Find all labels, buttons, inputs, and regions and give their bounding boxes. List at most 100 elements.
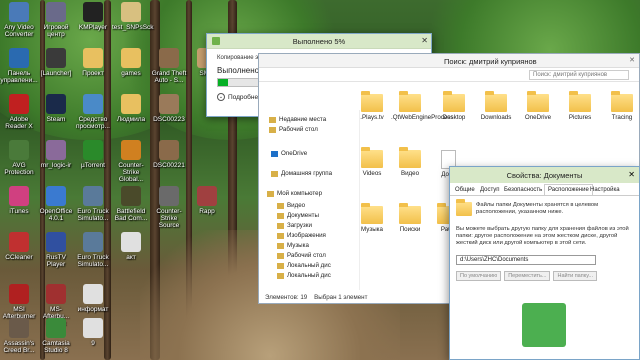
- desktop-icon[interactable]: DSC00223: [150, 94, 188, 123]
- desktop-icon[interactable]: информат: [74, 284, 112, 313]
- desktop-icon: [269, 126, 276, 133]
- nav-item-label: Рабочий стол: [279, 126, 318, 133]
- default-button[interactable]: По умолчанию: [456, 271, 502, 281]
- search-input[interactable]: Поиск: дмитрий куприянов: [529, 70, 629, 80]
- documents-icon: [277, 212, 284, 219]
- desktop-icon[interactable]: Battlefield Bad Com...: [112, 186, 150, 222]
- nav-item-label: Недавние места: [279, 116, 327, 123]
- desktop-icon[interactable]: KMPlayer: [74, 2, 112, 31]
- nav-item[interactable]: Локальный дис: [277, 272, 331, 279]
- nav-item[interactable]: Видео: [277, 202, 305, 209]
- desktop-icon[interactable]: Средство просмотр...: [74, 94, 112, 130]
- app-icon: [83, 284, 103, 304]
- nav-item[interactable]: Домашняя группа: [271, 170, 332, 177]
- file-label: Desktop: [442, 114, 466, 121]
- homegroup-icon: [271, 170, 278, 177]
- desktop-icon[interactable]: MSI Afterburner: [0, 284, 38, 320]
- tab-1[interactable]: Доступ: [478, 186, 502, 194]
- desktop-icon[interactable]: Людмила: [112, 94, 150, 123]
- downloads-icon: [277, 222, 284, 229]
- location-path-input[interactable]: d:\Users\ZHC\Documents: [456, 255, 596, 265]
- file-item[interactable]: Pictures: [561, 91, 599, 121]
- file-item[interactable]: OneDrive: [519, 91, 557, 121]
- move-button[interactable]: Переместить...: [504, 271, 551, 281]
- explorer-titlebar[interactable]: Поиск: дмитрий куприянов ✕: [259, 54, 639, 68]
- desktop-icon-label: [Launcher]: [40, 70, 72, 77]
- file-item[interactable]: Videos: [353, 147, 391, 177]
- desktop-icon[interactable]: Adobe Reader X: [0, 94, 38, 130]
- desktop-icon[interactable]: DSC00221: [150, 140, 188, 169]
- desktop-icon[interactable]: акт: [112, 232, 150, 261]
- desktop-icon[interactable]: Grand Theft Auto - S...: [150, 48, 188, 84]
- desktop-icon[interactable]: Camtasia Studio 8: [37, 318, 75, 354]
- tab-3[interactable]: Расположение: [544, 184, 593, 195]
- desktop-icon[interactable]: RusTV Player: [37, 232, 75, 268]
- file-item[interactable]: Видео: [391, 147, 429, 177]
- folder-icon: [485, 91, 507, 112]
- copy-dialog-titlebar[interactable]: Выполнено 5% ✕: [207, 34, 431, 49]
- desktop-icon[interactable]: Steam: [37, 94, 75, 123]
- desktop-icon[interactable]: Игровой центр: [37, 2, 75, 38]
- nav-item[interactable]: Рабочий стол: [277, 252, 326, 259]
- desktop-icon[interactable]: games: [112, 48, 150, 77]
- desktop-icon[interactable]: 9: [74, 318, 112, 347]
- folder-icon: [399, 203, 421, 224]
- desktop-icon[interactable]: Euro Truck Simulato...: [74, 232, 112, 268]
- desktop-icon[interactable]: OpenOffice 4.0.1: [37, 186, 75, 222]
- desktop-icon[interactable]: Counter-Strike Global...: [112, 140, 150, 183]
- desktop-icon[interactable]: Counter-Strike Source: [150, 186, 188, 229]
- desktop-icon[interactable]: AVG Protection: [0, 140, 38, 176]
- nav-item[interactable]: Загрузки: [277, 222, 312, 229]
- find-folder-button[interactable]: Найти папку...: [553, 271, 597, 281]
- desktop-icon[interactable]: [Launcher]: [37, 48, 75, 77]
- file-item[interactable]: .Plays.tv: [353, 91, 391, 121]
- desktop-icon[interactable]: Assassin's Creed Br...: [0, 318, 38, 354]
- close-icon[interactable]: ✕: [629, 56, 635, 64]
- file-item[interactable]: Tracing: [603, 91, 640, 121]
- nav-item[interactable]: Рабочий стол: [269, 126, 318, 133]
- desktop-icon[interactable]: test_SNPsSck: [112, 2, 154, 31]
- drive-icon: [277, 272, 284, 279]
- nav-item-label: Рабочий стол: [287, 252, 326, 259]
- close-icon[interactable]: ✕: [628, 170, 635, 179]
- nav-item[interactable]: Музыка: [277, 242, 309, 249]
- file-item[interactable]: Desktop: [435, 91, 473, 121]
- nav-item[interactable]: OneDrive: [271, 150, 307, 157]
- desktop-icon[interactable]: Панель управлени...: [0, 48, 38, 84]
- properties-description-2: Вы можете выбрать другую папку для хране…: [456, 226, 629, 246]
- tab-4[interactable]: Настройка: [588, 186, 622, 194]
- nav-item[interactable]: Локальный дис: [277, 262, 331, 269]
- desktop-icon-label: AVG Protection: [4, 162, 34, 176]
- app-icon: [159, 94, 179, 114]
- nav-item[interactable]: Недавние места: [269, 116, 326, 123]
- desktop-icon[interactable]: µTorrent: [74, 140, 112, 169]
- desktop-icon[interactable]: Rapp: [188, 186, 226, 215]
- desktop-icon[interactable]: Any Video Converter: [0, 2, 38, 38]
- file-label: Музыка: [361, 226, 383, 233]
- desktop-icon-label: Euro Truck Simulato...: [77, 208, 109, 222]
- nav-item-label: Локальный дис: [287, 272, 331, 279]
- file-item[interactable]: Downloads: [477, 91, 515, 121]
- close-icon[interactable]: ✕: [421, 36, 428, 45]
- desktop-icon-label: Assassin's Creed Br...: [3, 340, 35, 354]
- file-item[interactable]: Поиски: [391, 203, 429, 233]
- desktop-icon[interactable]: mr_logic-ir: [37, 140, 75, 169]
- desktop-icon[interactable]: CCleaner: [0, 232, 38, 261]
- desktop-icon[interactable]: iTunes: [0, 186, 38, 215]
- desktop-icon[interactable]: Проект: [74, 48, 112, 77]
- desktop-icon-label: Euro Truck Simulato...: [77, 254, 109, 268]
- file-label: Downloads: [480, 114, 512, 121]
- app-icon: [9, 186, 29, 206]
- file-item[interactable]: Музыка: [353, 203, 391, 233]
- app-icon: [121, 140, 141, 160]
- tab-0[interactable]: Общие: [453, 186, 477, 194]
- tab-2[interactable]: Безопасность: [502, 186, 544, 194]
- nav-item[interactable]: Мой компьютер: [267, 190, 322, 197]
- explorer-title: Поиск: дмитрий куприянов: [444, 57, 537, 66]
- nav-item[interactable]: Документы: [277, 212, 319, 219]
- nav-item[interactable]: Изображения: [277, 232, 326, 239]
- app-icon: [46, 232, 66, 252]
- desktop-icon[interactable]: Euro Truck Simulato...: [74, 186, 112, 222]
- properties-titlebar[interactable]: Свойства: Документы ✕: [450, 167, 639, 183]
- file-item[interactable]: .QtWebEngineProcess: [391, 91, 453, 121]
